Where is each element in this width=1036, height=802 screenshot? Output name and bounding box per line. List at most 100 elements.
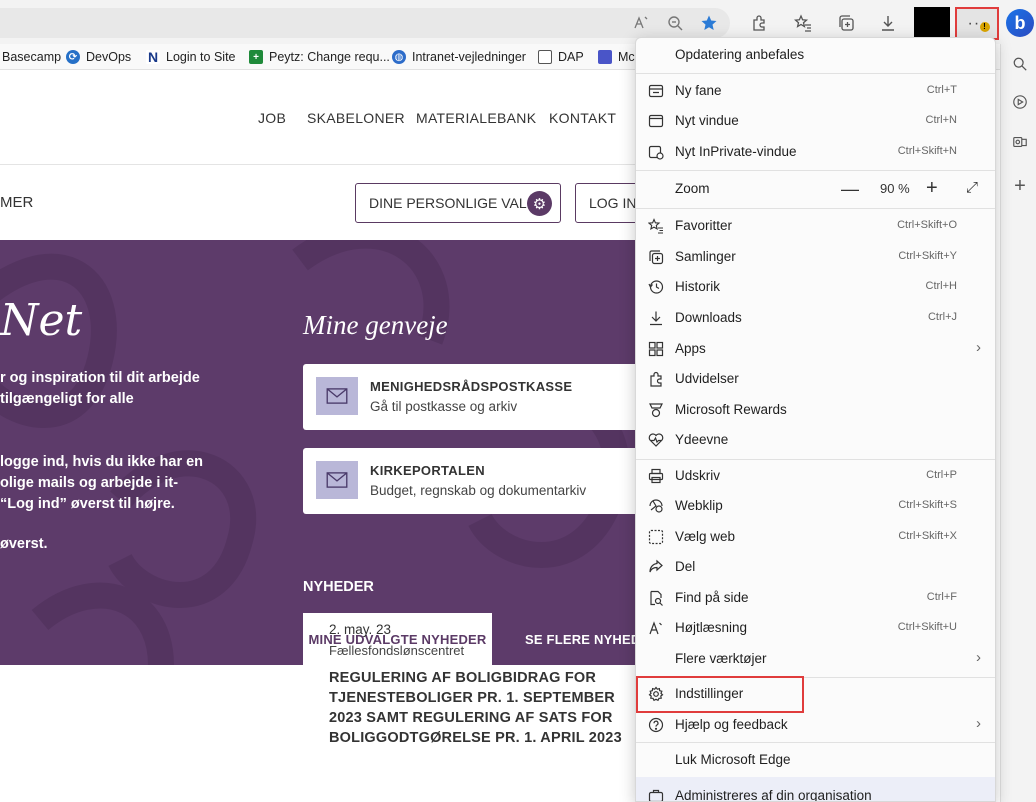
hero-title: Net (0, 295, 83, 346)
menu-shortcut: Ctrl+Skift+N (897, 145, 957, 157)
print-icon (647, 467, 665, 485)
chevron-right-icon: › (976, 715, 981, 732)
menu-downloads[interactable]: Downloads Ctrl+J (636, 303, 995, 333)
menu-settings[interactable]: Indstillinger (636, 679, 995, 709)
menu-share[interactable]: Del (636, 552, 995, 582)
zoom-icon[interactable] (662, 10, 688, 36)
menu-help-feedback[interactable]: Hjælp og feedback › (636, 710, 995, 740)
hero-paragraph-1: r og inspiration til dit arbejde tilgæng… (0, 368, 200, 410)
menu-collections[interactable]: Samlinger Ctrl+Skift+Y (636, 242, 995, 272)
help-icon (647, 716, 665, 734)
menu-label: Indstillinger (675, 686, 744, 701)
mail-icon (316, 377, 358, 415)
nav-kontakt[interactable]: KONTAKT (549, 110, 616, 126)
menu-separator (636, 459, 995, 460)
menu-extensions[interactable]: Udvidelser (636, 364, 995, 394)
mail-icon (316, 461, 358, 499)
downloads-icon[interactable] (875, 10, 901, 36)
games-icon[interactable] (1010, 92, 1030, 112)
menu-apps[interactable]: Apps › (636, 334, 995, 364)
menu-managed-by-organisation[interactable]: Administreres af din organisation (636, 777, 995, 801)
menu-zoom: Zoom — 90 % + ⤢ (636, 174, 995, 204)
menu-web-capture[interactable]: Webklip Ctrl+Skift+S (636, 491, 995, 521)
hero-line: r og inspiration til dit arbejde (0, 370, 200, 386)
menu-label: Ydeevne (675, 432, 729, 447)
add-icon[interactable]: + (1010, 175, 1030, 197)
favorite-peytz[interactable]: + Peytz: Change requ... (249, 47, 390, 67)
menu-label: Flere værktøjer (675, 651, 767, 666)
menu-label: Luk Microsoft Edge (675, 752, 791, 767)
history-icon (647, 278, 665, 296)
page-icon (538, 50, 552, 64)
menu-close-edge[interactable]: Luk Microsoft Edge (636, 745, 995, 775)
favorite-star-icon[interactable] (696, 10, 722, 36)
menu-find-on-page[interactable]: Find på side Ctrl+F (636, 583, 995, 613)
favorite-mc[interactable]: Mc (598, 47, 635, 67)
favorite-basecamp[interactable]: Basecamp (2, 47, 61, 67)
collections-icon (647, 248, 665, 266)
collections-icon[interactable] (833, 10, 859, 36)
apps-icon (647, 340, 665, 358)
personal-choices-button[interactable]: DINE PERSONLIGE VALG ⚙ (355, 183, 561, 223)
redacted-profile-area (914, 7, 950, 39)
menu-print[interactable]: Udskriv Ctrl+P (636, 461, 995, 491)
menu-shortcut: Ctrl+Skift+U (897, 621, 957, 633)
hero-section: Net r og inspiration til dit arbejde til… (0, 240, 640, 665)
chevron-right-icon: › (976, 339, 981, 356)
more-menu-button[interactable]: ··· ! (955, 7, 999, 40)
hero-paragraph-2: logge ind, hvis du ikke har en olige mai… (0, 452, 203, 515)
favorite-dap[interactable]: DAP (538, 47, 584, 67)
menu-new-window[interactable]: Nyt vindue Ctrl+N (636, 106, 995, 136)
menu-microsoft-rewards[interactable]: Microsoft Rewards (636, 395, 995, 425)
favorite-intranet[interactable]: ◍ Intranet-vejledninger (392, 47, 526, 67)
gear-icon: ⚙ (527, 191, 552, 216)
hero-line: “Log ind” øverst til højre. (0, 496, 175, 512)
menu-label: Nyt vindue (675, 113, 739, 128)
favorite-devops[interactable]: ⟳ DevOps (66, 47, 131, 67)
menu-separator (636, 677, 995, 678)
zoom-in-button[interactable]: + (926, 177, 938, 200)
menu-read-aloud[interactable]: Højtlæsning Ctrl+Skift+U (636, 613, 995, 643)
menu-performance[interactable]: Ydeevne (636, 425, 995, 455)
outlook-icon[interactable] (1010, 132, 1030, 152)
menu-label: Nyt InPrivate-vindue (675, 144, 797, 159)
read-aloud-icon[interactable] (628, 10, 654, 36)
extensions-icon (647, 370, 665, 388)
menu-update-recommended[interactable]: Opdatering anbefales (636, 40, 995, 70)
performance-icon (647, 431, 665, 449)
menu-more-tools[interactable]: Flere værktøjer › (636, 644, 995, 674)
news-title[interactable]: REGULERING AF BOLIGBIDRAG FOR TJENESTEBO… (329, 668, 649, 748)
favorite-label: Intranet-vejledninger (412, 50, 526, 64)
nav-job[interactable]: JOB (258, 110, 286, 126)
zoom-out-button[interactable]: — (841, 179, 859, 200)
menu-new-inprivate[interactable]: Nyt InPrivate-vindue Ctrl+Skift+N (636, 137, 995, 167)
menu-new-tab[interactable]: Ny fane Ctrl+T (636, 76, 995, 106)
download-icon (647, 309, 665, 327)
favorite-login-to-site[interactable]: N Login to Site (146, 47, 236, 67)
search-icon[interactable] (1010, 54, 1030, 74)
menu-web-select[interactable]: Vælg web Ctrl+Skift+X (636, 522, 995, 552)
copilot-icon[interactable]: b (1006, 9, 1034, 37)
menu-separator (636, 73, 995, 74)
nav-skabeloner[interactable]: SKABELONER (307, 110, 405, 126)
menu-shortcut: Ctrl+Skift+Y (898, 250, 957, 262)
favorites-icon[interactable] (790, 10, 816, 36)
extensions-icon[interactable] (746, 10, 772, 36)
shortcut-card-kirkeportalen[interactable]: KIRKEPORTALEN Budget, regnskab og dokume… (303, 448, 640, 514)
menu-fragment[interactable]: MER (0, 194, 33, 211)
favorites-icon (647, 217, 665, 235)
menu-favorites[interactable]: Favoritter Ctrl+Skift+O (636, 211, 995, 241)
menu-history[interactable]: Historik Ctrl+H (636, 272, 995, 302)
shortcut-card-postkasse[interactable]: MENIGHEDSRÅDSPOSTKASSE Gå til postkasse … (303, 364, 640, 430)
webcapture-icon (647, 497, 665, 515)
fullscreen-icon[interactable]: ⤢ (966, 179, 978, 196)
briefcase-icon (647, 787, 665, 801)
hero-line: tilgængeligt for alle (0, 391, 134, 407)
nav-materialebank[interactable]: MATERIALEBANK (416, 110, 536, 126)
browser-more-menu: Opdatering anbefales Ny fane Ctrl+T Nyt … (635, 37, 996, 802)
tab-more-news[interactable]: SE FLERE NYHEDER (492, 613, 640, 665)
share-icon (647, 558, 665, 576)
menu-shortcut: Ctrl+Skift+O (897, 219, 957, 231)
address-bar[interactable] (0, 8, 730, 38)
update-warning-icon: ! (980, 22, 990, 32)
